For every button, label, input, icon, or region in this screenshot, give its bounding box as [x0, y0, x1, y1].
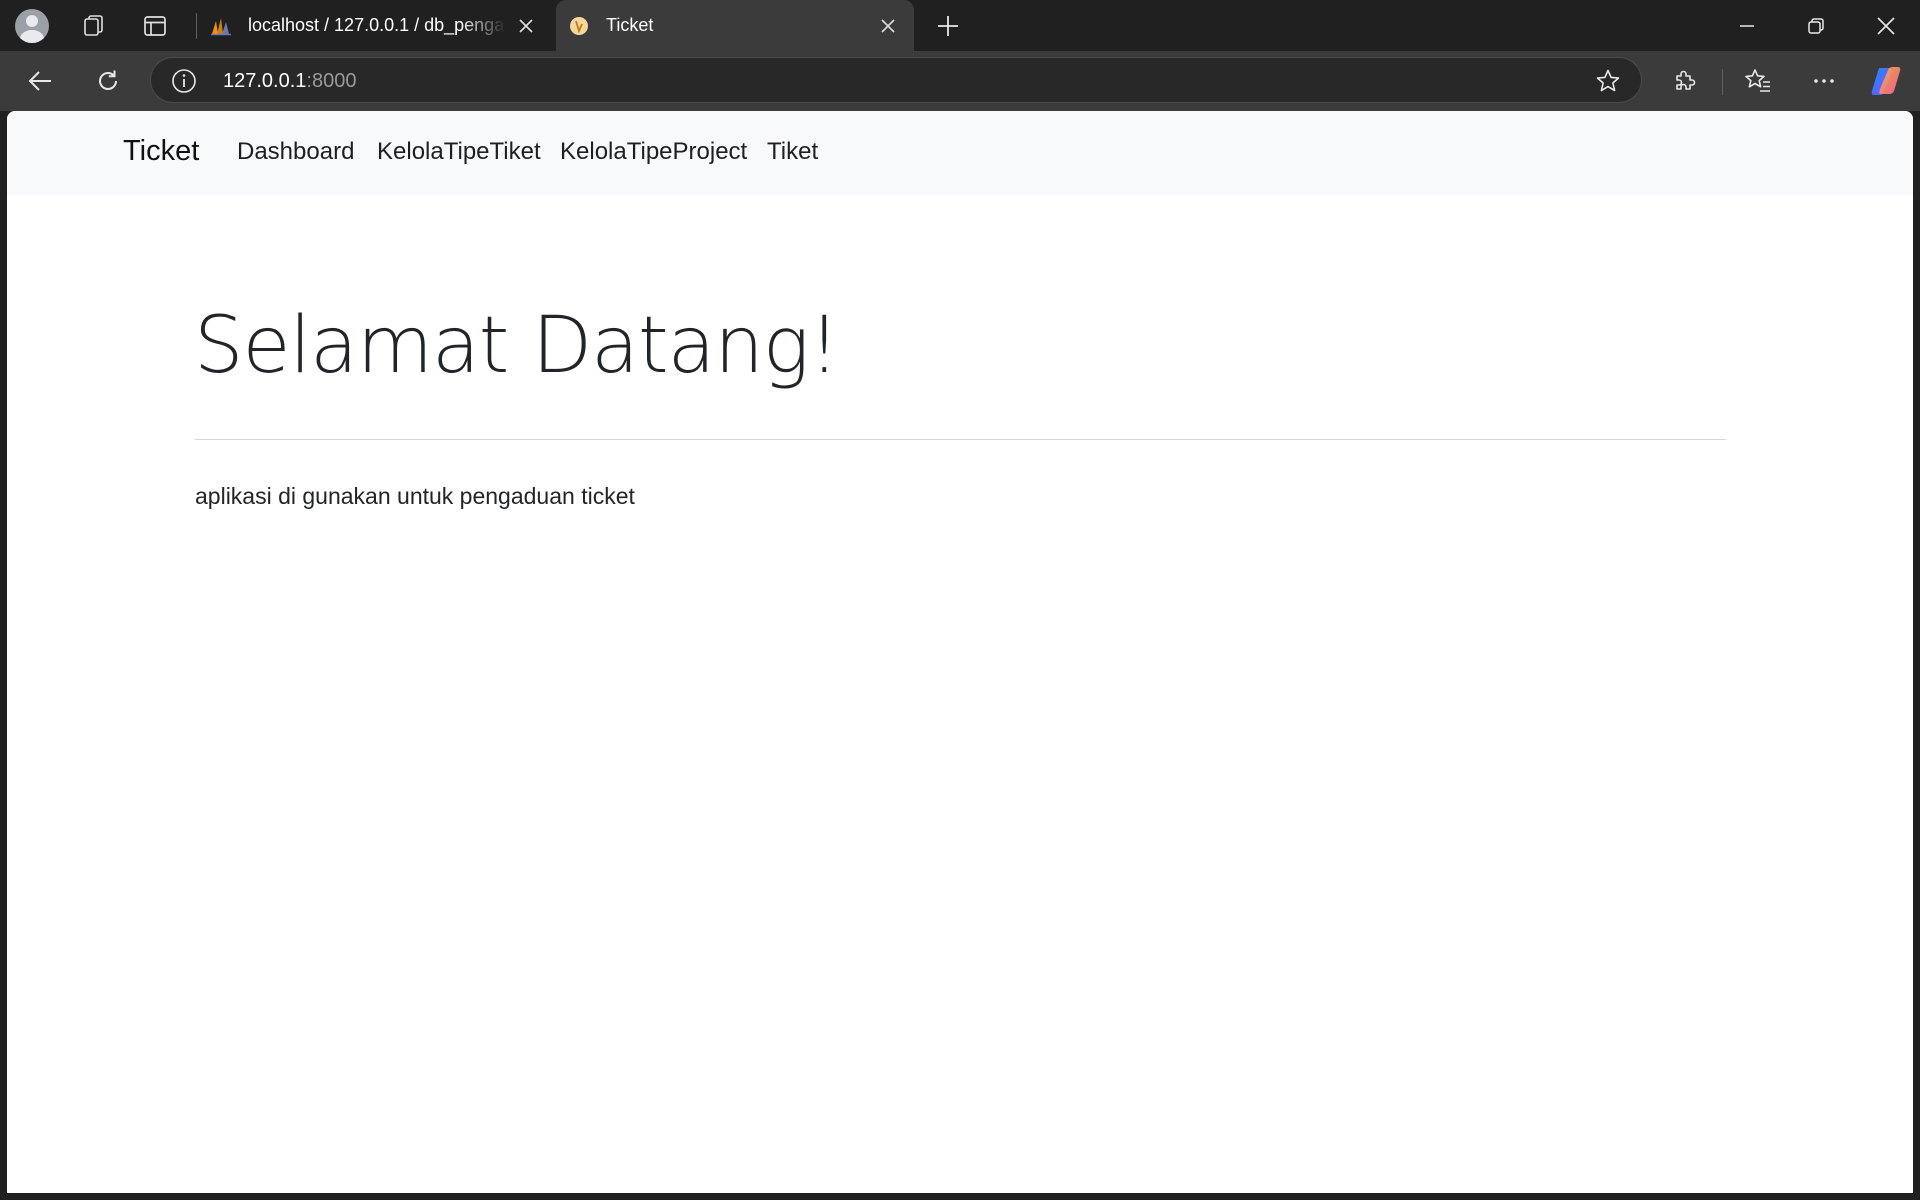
- arrow-left-icon: [28, 71, 51, 91]
- site-navbar: Ticket Dashboard KelolaTipeTiket KelolaT…: [7, 111, 1913, 195]
- url-text[interactable]: 127.0.0.1:8000: [223, 70, 356, 93]
- new-tab-button[interactable]: [925, 3, 971, 49]
- laravel-icon: [570, 16, 588, 35]
- refresh-icon: [99, 70, 117, 90]
- hero-title: Selamat Datang!: [194, 301, 840, 391]
- profile-button[interactable]: [4, 0, 60, 51]
- minimize-button[interactable]: [1713, 0, 1781, 51]
- workspaces-icon: [84, 14, 103, 36]
- workspaces-button[interactable]: [65, 0, 121, 51]
- address-bar[interactable]: 127.0.0.1:8000: [150, 57, 1642, 103]
- info-icon[interactable]: [171, 68, 197, 94]
- refresh-button[interactable]: [84, 57, 132, 105]
- star-icon[interactable]: [1595, 68, 1621, 94]
- plus-icon: [938, 16, 958, 36]
- tab-close-button[interactable]: [506, 6, 546, 46]
- copilot-icon: [1871, 67, 1901, 95]
- profile-avatar-icon: [15, 8, 49, 43]
- close-window-button[interactable]: [1852, 0, 1920, 51]
- nav-link-kelola-tipe-tiket[interactable]: KelolaTipeTiket: [377, 138, 541, 166]
- puzzle-icon: [1676, 70, 1696, 90]
- tab-strip: localhost / 127.0.0.1 / db_pengaduan Tic…: [0, 0, 1920, 51]
- url-host: 127.0.0.1: [223, 70, 307, 92]
- extensions-button[interactable]: [1661, 57, 1709, 105]
- close-icon: [881, 18, 895, 33]
- toolbar-divider: [1722, 69, 1723, 95]
- tab-title: Ticket: [606, 15, 654, 35]
- browser-toolbar: 127.0.0.1:8000: [0, 51, 1920, 111]
- nav-link-dashboard[interactable]: Dashboard: [237, 138, 354, 166]
- nav-link-tiket[interactable]: Tiket: [767, 138, 818, 166]
- tab-close-button[interactable]: [868, 6, 908, 46]
- more-horizontal-icon: [1814, 79, 1834, 83]
- url-port: :8000: [306, 70, 357, 92]
- page-viewport: Ticket Dashboard KelolaTipeTiket KelolaT…: [7, 111, 1913, 1193]
- tab-title: localhost / 127.0.0.1 / db_pengaduan: [248, 15, 506, 35]
- tab-ticket[interactable]: Ticket: [556, 0, 914, 51]
- hero-lead-text: aplikasi di gunakan untuk pengaduan tick…: [195, 483, 635, 509]
- navbar-brand[interactable]: Ticket: [123, 135, 199, 168]
- nav-link-kelola-tipe-project[interactable]: KelolaTipeProject: [560, 138, 747, 166]
- favorites-icon: [1745, 69, 1770, 92]
- favorites-button[interactable]: [1734, 57, 1782, 105]
- copilot-button[interactable]: [1862, 57, 1910, 105]
- restore-icon: [1808, 17, 1824, 34]
- more-options-button[interactable]: [1800, 57, 1848, 105]
- hero-divider: [195, 439, 1726, 440]
- vertical-tabs-icon: [144, 15, 166, 36]
- tab-actions-button[interactable]: [127, 0, 183, 51]
- phpmyadmin-icon: [211, 17, 231, 35]
- back-button[interactable]: [17, 57, 65, 105]
- close-icon: [519, 18, 533, 33]
- minimize-icon: [1740, 24, 1754, 27]
- tab-separator: [196, 13, 197, 39]
- close-icon: [1877, 16, 1895, 35]
- restore-button[interactable]: [1782, 0, 1850, 51]
- tab-phpmyadmin[interactable]: localhost / 127.0.0.1 / db_pengaduan: [198, 0, 552, 51]
